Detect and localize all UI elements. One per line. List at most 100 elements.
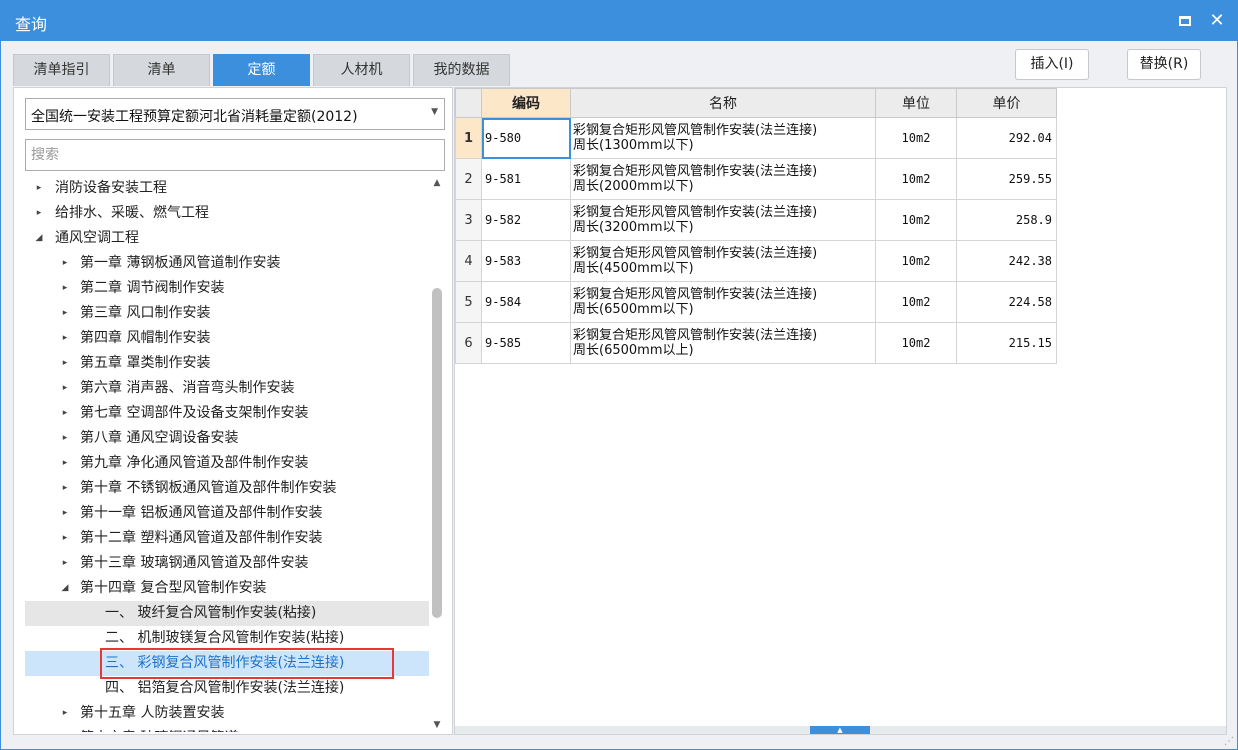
cell-code[interactable]: 9-581 bbox=[481, 158, 571, 200]
tree-item[interactable]: ▸ 第十章 不锈钢板通风管道及部件制作安装 bbox=[25, 476, 429, 501]
tree-item[interactable]: ▸ 第十六章 玻璃钢通风管道 bbox=[25, 726, 429, 732]
table-row[interactable]: 1 9-580 彩钢复合矩形风管风管制作安装(法兰连接) 周长(1300mm以下) 10… bbox=[455, 117, 1057, 159]
cell-code[interactable]: 9-580 bbox=[481, 117, 571, 159]
expand-right-icon[interactable]: ▸ bbox=[59, 451, 71, 476]
resize-grip-icon[interactable]: ⋰ bbox=[1224, 736, 1234, 747]
cell-unit[interactable]: 10m2 bbox=[875, 240, 957, 282]
maximize-icon[interactable] bbox=[1173, 9, 1197, 33]
collapse-up-icon[interactable]: ▲ bbox=[810, 726, 870, 734]
row-index[interactable]: 1 bbox=[455, 117, 482, 159]
tree-item-label: 给排水、采暖、燃气工程 bbox=[55, 205, 209, 221]
expand-right-icon[interactable]: ▸ bbox=[59, 351, 71, 376]
tab-my-data[interactable]: 我的数据 bbox=[413, 54, 510, 86]
column-header-price[interactable]: 单价 bbox=[956, 88, 1057, 118]
scroll-down-icon[interactable]: ▼ bbox=[429, 718, 445, 732]
table-row[interactable]: 5 9-584 彩钢复合矩形风管风管制作安装(法兰连接) 周长(6500mm以下) 10… bbox=[455, 281, 1057, 323]
column-header-unit[interactable]: 单位 bbox=[875, 88, 957, 118]
expand-right-icon[interactable]: ▸ bbox=[59, 251, 71, 276]
tree-item[interactable]: ▸ 第七章 空调部件及设备支架制作安装 bbox=[25, 401, 429, 426]
quota-library-select[interactable]: 全国统一安装工程预算定额河北省消耗量定额(2012) ▼ bbox=[25, 98, 445, 130]
expand-right-icon[interactable]: ▸ bbox=[59, 726, 71, 732]
row-index[interactable]: 6 bbox=[455, 322, 482, 364]
expand-right-icon[interactable]: ▸ bbox=[59, 701, 71, 726]
expand-right-icon[interactable]: ▸ bbox=[59, 401, 71, 426]
tree-item[interactable]: ▸ 第十五章 人防装置安装 bbox=[25, 701, 429, 726]
tab-bill[interactable]: 清单 bbox=[113, 54, 210, 86]
expand-right-icon[interactable]: ▸ bbox=[59, 326, 71, 351]
cell-unit[interactable]: 10m2 bbox=[875, 322, 957, 364]
expand-down-icon[interactable]: ◢ bbox=[59, 576, 71, 601]
insert-button[interactable]: 插入(I) bbox=[1015, 49, 1089, 80]
tree-item[interactable]: ▸ 消防设备安装工程 bbox=[25, 176, 429, 201]
expand-right-icon[interactable]: ▸ bbox=[59, 376, 71, 401]
tree-item[interactable]: ▸ 第一章 薄钢板通风管道制作安装 bbox=[25, 251, 429, 276]
table-row[interactable]: 6 9-585 彩钢复合矩形风管风管制作安装(法兰连接) 周长(6500mm以上) 10… bbox=[455, 322, 1057, 364]
expand-right-icon[interactable]: ▸ bbox=[59, 476, 71, 501]
expand-right-icon[interactable]: ▸ bbox=[59, 501, 71, 526]
tree-item[interactable]: ◢ 通风空调工程 bbox=[25, 226, 429, 251]
expand-right-icon[interactable]: ▸ bbox=[33, 201, 45, 226]
column-header-name[interactable]: 名称 bbox=[570, 88, 876, 118]
cell-price[interactable]: 224.58 bbox=[956, 281, 1057, 323]
expand-down-icon[interactable]: ◢ bbox=[33, 226, 45, 251]
search-input[interactable] bbox=[25, 139, 445, 171]
expand-right-icon[interactable]: ▸ bbox=[59, 551, 71, 576]
tree-item[interactable]: ▸ 第九章 净化通风管道及部件制作安装 bbox=[25, 451, 429, 476]
cell-unit[interactable]: 10m2 bbox=[875, 158, 957, 200]
replace-button[interactable]: 替换(R) bbox=[1127, 49, 1201, 80]
cell-name[interactable]: 彩钢复合矩形风管风管制作安装(法兰连接) 周长(1300mm以下) bbox=[570, 117, 876, 159]
tree-item[interactable]: ▸ 第二章 调节阀制作安装 bbox=[25, 276, 429, 301]
cell-code[interactable]: 9-585 bbox=[481, 322, 571, 364]
tree-item[interactable]: ▸ 第十三章 玻璃钢通风管道及部件安装 bbox=[25, 551, 429, 576]
close-icon[interactable]: ✕ bbox=[1205, 9, 1229, 33]
table-row[interactable]: 3 9-582 彩钢复合矩形风管风管制作安装(法兰连接) 周长(3200mm以下) 10… bbox=[455, 199, 1057, 241]
table-row[interactable]: 2 9-581 彩钢复合矩形风管风管制作安装(法兰连接) 周长(2000mm以下) 10… bbox=[455, 158, 1057, 200]
tab-bill-guide[interactable]: 清单指引 bbox=[13, 54, 110, 86]
tree-scrollbar[interactable]: ▲ ▼ bbox=[429, 176, 445, 732]
expand-right-icon[interactable]: ▸ bbox=[59, 276, 71, 301]
tree-item[interactable]: ▸ 第十二章 塑料通风管道及部件制作安装 bbox=[25, 526, 429, 551]
cell-price[interactable]: 215.15 bbox=[956, 322, 1057, 364]
expand-right-icon[interactable]: ▸ bbox=[33, 176, 45, 201]
tree-item[interactable]: ▸ 第八章 通风空调设备安装 bbox=[25, 426, 429, 451]
cell-name[interactable]: 彩钢复合矩形风管风管制作安装(法兰连接) 周长(4500mm以下) bbox=[570, 240, 876, 282]
cell-code[interactable]: 9-583 bbox=[481, 240, 571, 282]
tree-item[interactable]: 四、 铝箔复合风管制作安装(法兰连接) bbox=[25, 676, 429, 701]
cell-unit[interactable]: 10m2 bbox=[875, 281, 957, 323]
row-index[interactable]: 5 bbox=[455, 281, 482, 323]
cell-name[interactable]: 彩钢复合矩形风管风管制作安装(法兰连接) 周长(6500mm以上) bbox=[570, 322, 876, 364]
cell-name[interactable]: 彩钢复合矩形风管风管制作安装(法兰连接) 周长(3200mm以下) bbox=[570, 199, 876, 241]
table-row[interactable]: 4 9-583 彩钢复合矩形风管风管制作安装(法兰连接) 周长(4500mm以下) 10… bbox=[455, 240, 1057, 282]
tree-item[interactable]: ▸ 第十一章 铝板通风管道及部件制作安装 bbox=[25, 501, 429, 526]
cell-name[interactable]: 彩钢复合矩形风管风管制作安装(法兰连接) 周长(6500mm以下) bbox=[570, 281, 876, 323]
cell-name[interactable]: 彩钢复合矩形风管风管制作安装(法兰连接) 周长(2000mm以下) bbox=[570, 158, 876, 200]
expand-right-icon[interactable]: ▸ bbox=[59, 426, 71, 451]
tab-materials[interactable]: 人材机 bbox=[313, 54, 410, 86]
tab-quota[interactable]: 定额 bbox=[213, 54, 310, 86]
cell-code[interactable]: 9-584 bbox=[481, 281, 571, 323]
cell-price[interactable]: 259.55 bbox=[956, 158, 1057, 200]
expand-right-icon[interactable]: ▸ bbox=[59, 526, 71, 551]
scroll-up-icon[interactable]: ▲ bbox=[429, 176, 445, 190]
row-index[interactable]: 3 bbox=[455, 199, 482, 241]
cell-code[interactable]: 9-582 bbox=[481, 199, 571, 241]
tree-item[interactable]: ▸ 第三章 风口制作安装 bbox=[25, 301, 429, 326]
cell-price[interactable]: 242.38 bbox=[956, 240, 1057, 282]
expand-right-icon[interactable]: ▸ bbox=[59, 301, 71, 326]
cell-price[interactable]: 258.9 bbox=[956, 199, 1057, 241]
cell-unit[interactable]: 10m2 bbox=[875, 199, 957, 241]
horizontal-scrollbar[interactable]: ▲ bbox=[455, 726, 1226, 734]
tree-item[interactable]: ◢ 第十四章 复合型风管制作安装 bbox=[25, 576, 429, 601]
cell-unit[interactable]: 10m2 bbox=[875, 117, 957, 159]
row-index[interactable]: 4 bbox=[455, 240, 482, 282]
quota-library-value: 全国统一安装工程预算定额河北省消耗量定额(2012) bbox=[31, 109, 358, 125]
tree-item[interactable]: 一、 玻纤复合风管制作安装(粘接) bbox=[25, 601, 429, 626]
scroll-thumb[interactable] bbox=[432, 288, 442, 618]
tree-item[interactable]: ▸ 第四章 风帽制作安装 bbox=[25, 326, 429, 351]
tree-item[interactable]: ▸ 第六章 消声器、消音弯头制作安装 bbox=[25, 376, 429, 401]
cell-price[interactable]: 292.04 bbox=[956, 117, 1057, 159]
column-header-code[interactable]: 编码 bbox=[481, 88, 571, 118]
tree-item[interactable]: ▸ 给排水、采暖、燃气工程 bbox=[25, 201, 429, 226]
tree-item[interactable]: ▸ 第五章 罩类制作安装 bbox=[25, 351, 429, 376]
row-index[interactable]: 2 bbox=[455, 158, 482, 200]
